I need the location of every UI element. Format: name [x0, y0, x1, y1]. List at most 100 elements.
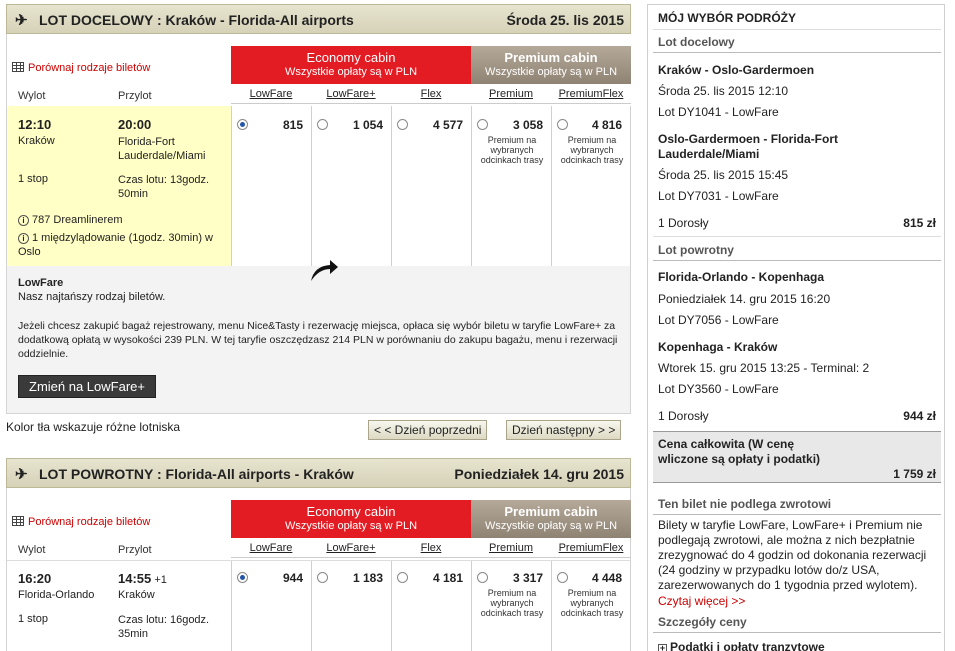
airplane-icon: ✈: [15, 12, 28, 29]
outbound-passengers: 1 Dorosły 815 zł: [658, 216, 936, 230]
fare-type-flex[interactable]: Flex: [391, 86, 471, 104]
total-price-value: 1 759 zł: [893, 467, 936, 481]
fare-type-premiumflex[interactable]: PremiumFlex: [551, 86, 631, 104]
read-more-link[interactable]: Czytaj więcej >>: [658, 594, 936, 608]
info-icon[interactable]: i: [18, 215, 29, 226]
fare-type-flex[interactable]: Flex: [391, 540, 471, 558]
inbound-arrive-city: Kraków: [118, 589, 155, 601]
inbound-depart-city: Florida-Orlando: [18, 589, 95, 601]
fare-note: Premium na wybranych odcinkach trasy: [480, 135, 544, 165]
compare-fares-link[interactable]: Porównaj rodzaje biletów: [12, 516, 150, 528]
inbound-date: Poniedziałek 14. gru 2015: [454, 466, 624, 482]
fare-type-premium[interactable]: Premium: [471, 540, 551, 558]
passenger-count: 1 Dorosły: [658, 216, 709, 230]
economy-cabin-name: Economy cabin: [306, 504, 396, 519]
fare-radio[interactable]: [317, 119, 328, 130]
segment2-flight: Lot DY7031 - LowFare: [658, 189, 779, 203]
segment2-time: Środa 25. lis 2015 15:45: [658, 168, 789, 182]
premium-cabin-note: Wszystkie opłaty są w PLN: [484, 520, 618, 532]
fare-note: Premium na wybranych odcinkach trasy: [560, 588, 624, 618]
inbound-fare-premium[interactable]: 3 317 Premium na wybranych odcinkach tra…: [471, 561, 551, 651]
fare-type-lowfare-plus[interactable]: LowFare+: [311, 540, 391, 558]
segment1-route: Kraków - Oslo-Gardermoen: [658, 63, 815, 77]
economy-cabin-header: Economy cabin Wszystkie opłaty są w PLN: [231, 500, 471, 538]
return-price: 944 zł: [903, 409, 936, 423]
economy-cabin-header: Economy cabin Wszystkie opłaty są w PLN: [231, 46, 471, 84]
fare-radio[interactable]: [237, 572, 248, 583]
fare-radio[interactable]: [557, 572, 568, 583]
stopover-label: 1 międzylądowanie (1godz. 30min) w Oslo: [18, 232, 213, 258]
fare-radio[interactable]: [397, 572, 408, 583]
segment3-time: Poniedziałek 14. gru 2015 16:20: [658, 292, 831, 306]
fare-price: 4 577: [432, 118, 463, 132]
return-section-label: Lot powrotny: [653, 243, 941, 261]
fare-info-desc1: Nasz najtańszy rodzaj biletów.: [18, 291, 166, 303]
next-day-button[interactable]: Dzień następny > >: [506, 420, 622, 440]
compare-fares-link[interactable]: Porównaj rodzaje biletów: [12, 62, 150, 74]
col-depart: Wylot: [18, 90, 46, 102]
premium-cabin-header: Premium cabin Wszystkie opłaty są w PLN: [471, 46, 631, 84]
fare-radio[interactable]: [477, 119, 488, 130]
fare-note: Premium na wybranych odcinkach trasy: [560, 135, 624, 165]
trip-summary-sidebar: MÓJ WYBÓR PODRÓŻY Lot docelowy Kraków - …: [647, 4, 945, 651]
info-icon[interactable]: i: [18, 233, 29, 244]
segment2-route: Oslo-Gardermoen - Florida-Fort Lauderdal…: [658, 132, 839, 161]
premium-cabin-name: Premium cabin: [504, 504, 598, 519]
previous-day-button[interactable]: < < Dzień poprzedni: [368, 420, 488, 440]
fare-info-title: LowFare: [18, 277, 64, 289]
fare-radio[interactable]: [477, 572, 488, 583]
expand-plus-icon[interactable]: +: [658, 644, 667, 651]
fare-type-lowfare[interactable]: LowFare: [231, 86, 311, 104]
fare-info-desc2: Jeżeli chcesz zakupić bagaż rejestrowany…: [18, 320, 618, 360]
outbound-fare-premium[interactable]: 3 058 Premium na wybranych odcinkach tra…: [471, 106, 551, 266]
return-passengers: 1 Dorosły 944 zł: [658, 409, 936, 423]
col-depart: Wylot: [18, 544, 46, 556]
inbound-header: ✈ LOT POWROTNY : Florida-All airports - …: [6, 458, 631, 488]
inbound-fare-flex[interactable]: 4 181: [391, 561, 471, 651]
nonrefundable-text: Bilety w taryfie LowFare, LowFare+ i Pre…: [658, 518, 927, 592]
outbound-date: Środa 25. lis 2015: [506, 12, 624, 28]
fare-type-premium[interactable]: Premium: [471, 86, 551, 104]
inbound-fare-lowfare-plus[interactable]: 1 183: [311, 561, 391, 651]
taxes-label: Podatki i opłaty tranzytowe: [670, 640, 825, 651]
divider: [653, 29, 941, 30]
outbound-fare-lowfare[interactable]: 815: [231, 106, 311, 266]
premium-cabin-header: Premium cabin Wszystkie opłaty są w PLN: [471, 500, 631, 538]
fare-radio[interactable]: [237, 119, 248, 130]
fare-price: 4 181: [432, 571, 463, 585]
fare-type-lowfare[interactable]: LowFare: [231, 540, 311, 558]
fare-note: Premium na wybranych odcinkach trasy: [480, 588, 544, 618]
outbound-stops: 1 stop: [18, 173, 48, 185]
outbound-arrive-city: Florida-Fort Lauderdale/Miami: [118, 136, 206, 162]
economy-cabin-name: Economy cabin: [306, 50, 396, 65]
premium-cabin-note: Wszystkie opłaty są w PLN: [484, 66, 618, 78]
change-to-lowfare-plus-button[interactable]: Zmień na LowFare+: [18, 375, 156, 398]
fare-radio[interactable]: [557, 119, 568, 130]
outbound-aircraft: i 787 Dreamlinerem: [18, 214, 122, 226]
compare-fares-label: Porównaj rodzaje biletów: [28, 516, 151, 528]
fare-price: 1 183: [352, 571, 383, 585]
inbound-title: LOT POWROTNY : Florida-All airports - Kr…: [39, 466, 354, 482]
outbound-depart-time: 12:10: [18, 117, 52, 132]
fare-price: 944: [282, 571, 303, 585]
airport-color-legend: Kolor tła wskazuje różne lotniska: [6, 420, 181, 434]
outbound-fare-flex[interactable]: 4 577: [391, 106, 471, 266]
fare-price: 4 816: [591, 118, 622, 132]
inbound-fare-lowfare[interactable]: 944: [231, 561, 311, 651]
fare-price: 815: [282, 118, 303, 132]
segment3-route: Florida-Orlando - Kopenhaga: [658, 270, 825, 284]
compare-fares-label: Porównaj rodzaje biletów: [28, 62, 151, 74]
inbound-fare-premiumflex[interactable]: 4 448 Premium na wybranych odcinkach tra…: [551, 561, 631, 651]
outbound-title: LOT DOCELOWY : Kraków - Florida-All airp…: [39, 12, 354, 28]
fare-radio[interactable]: [397, 119, 408, 130]
fare-radio[interactable]: [317, 572, 328, 583]
fare-type-premiumflex[interactable]: PremiumFlex: [551, 540, 631, 558]
premium-cabin-name: Premium cabin: [504, 50, 598, 65]
fare-type-lowfare-plus[interactable]: LowFare+: [311, 86, 391, 104]
economy-cabin-note: Wszystkie opłaty są w PLN: [284, 66, 418, 78]
taxes-toggle[interactable]: + Podatki i opłaty tranzytowe: [658, 640, 936, 651]
inbound-arrive-time: 14:55: [118, 571, 152, 586]
outbound-fare-lowfare-plus[interactable]: 1 054: [311, 106, 391, 266]
outbound-fare-premiumflex[interactable]: 4 816 Premium na wybranych odcinkach tra…: [551, 106, 631, 266]
curved-arrow-icon: [311, 260, 338, 281]
